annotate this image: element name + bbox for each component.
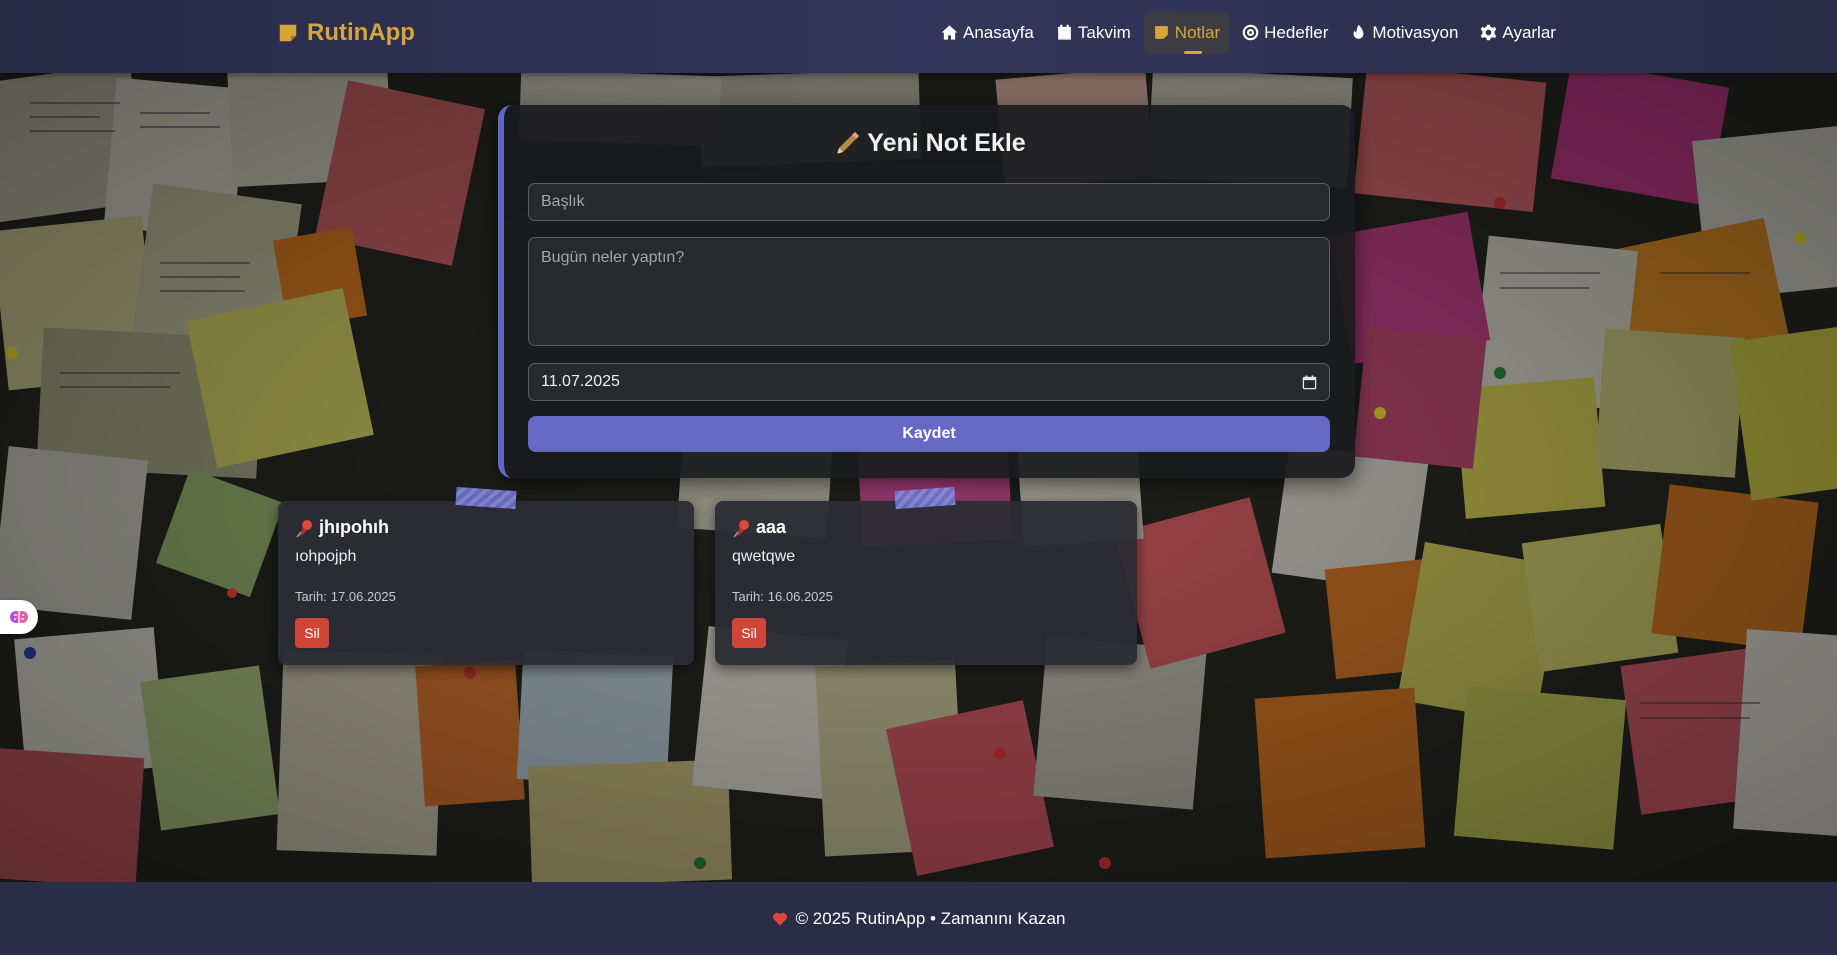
- page-footer: © 2025 RutinApp • Zamanını Kazan: [0, 882, 1837, 955]
- note-date-label: Tarih:: [732, 589, 764, 604]
- brain-icon: [10, 611, 28, 623]
- nav-label: Hedefler: [1264, 22, 1329, 42]
- sticky-note-icon: [279, 24, 297, 42]
- note-title-input[interactable]: [528, 183, 1330, 221]
- calendar-picker-icon[interactable]: [1302, 374, 1317, 390]
- nav-item-hedefler[interactable]: Hedefler: [1233, 12, 1337, 53]
- date-value: 11.07.2025: [541, 373, 620, 390]
- calendar-icon: [1058, 24, 1071, 40]
- nav-label: Motivasyon: [1372, 22, 1459, 42]
- nav-label: Anasayfa: [963, 22, 1034, 42]
- pencil-icon: [837, 131, 860, 154]
- new-note-form: Yeni Not Ekle 11.07.2025 Kaydet: [498, 105, 1355, 478]
- note-title: aaa: [732, 517, 786, 538]
- gear-icon: [1481, 24, 1497, 41]
- delete-note-button[interactable]: Sil: [732, 618, 766, 648]
- main-nav: Anasayfa Takvim Notlar Hedefler Motivasy…: [932, 12, 1565, 54]
- note-date: Tarih: 17.06.2025: [295, 589, 396, 604]
- tape-decoration: [455, 486, 517, 510]
- note-body: qwetqwe: [732, 548, 796, 565]
- note-card: jhıpohıh ıohpojph Tarih: 17.06.2025 Sil: [278, 486, 694, 665]
- note-date-value: 17.06.2025: [330, 589, 396, 604]
- brand-logo[interactable]: RutinApp: [277, 18, 415, 48]
- save-note-button[interactable]: Kaydet: [528, 416, 1330, 452]
- note-title-text: jhıpohıh: [319, 517, 389, 537]
- note-date: Tarih: 16.06.2025: [732, 589, 833, 604]
- nav-item-motivasyon[interactable]: Motivasyon: [1341, 12, 1467, 53]
- note-date-value: 16.06.2025: [767, 589, 833, 604]
- note-date-input[interactable]: 11.07.2025: [528, 363, 1330, 401]
- target-icon: [1242, 24, 1259, 41]
- nav-item-takvim[interactable]: Takvim: [1047, 12, 1140, 53]
- nav-label: Notlar: [1174, 22, 1221, 42]
- assistant-launcher-button[interactable]: [0, 600, 38, 634]
- note-body-textarea[interactable]: [528, 237, 1330, 346]
- tape-decoration: [894, 486, 956, 510]
- note-date-label: Tarih:: [295, 589, 327, 604]
- pushpin-icon: [296, 519, 312, 537]
- nav-item-anasayfa[interactable]: Anasayfa: [932, 12, 1043, 53]
- form-title: Yeni Not Ekle: [504, 129, 1355, 158]
- nav-label: Ayarlar: [1502, 22, 1556, 42]
- note-title: jhıpohıh: [295, 517, 389, 538]
- note-title-text: aaa: [756, 517, 787, 537]
- brand-name: RutinApp: [307, 19, 415, 46]
- pushpin-icon: [733, 519, 749, 537]
- sticky-note-icon: [1154, 26, 1168, 39]
- note-card: aaa qwetqwe Tarih: 16.06.2025 Sil: [715, 486, 1137, 665]
- nav-item-ayarlar[interactable]: Ayarlar: [1471, 12, 1565, 53]
- top-navbar: RutinApp Anasayfa Takvim Notlar Hedefler…: [0, 0, 1837, 73]
- home-icon: [941, 25, 958, 40]
- flame-icon: [1353, 24, 1364, 39]
- form-title-text: Yeni Not Ekle: [867, 129, 1026, 157]
- heart-icon: [772, 912, 787, 925]
- footer-text: © 2025 RutinApp • Zamanını Kazan: [795, 908, 1066, 928]
- delete-note-button[interactable]: Sil: [295, 618, 329, 648]
- nav-item-notlar[interactable]: Notlar: [1143, 12, 1230, 54]
- note-body: ıohpojph: [295, 548, 357, 565]
- nav-label: Takvim: [1077, 22, 1131, 42]
